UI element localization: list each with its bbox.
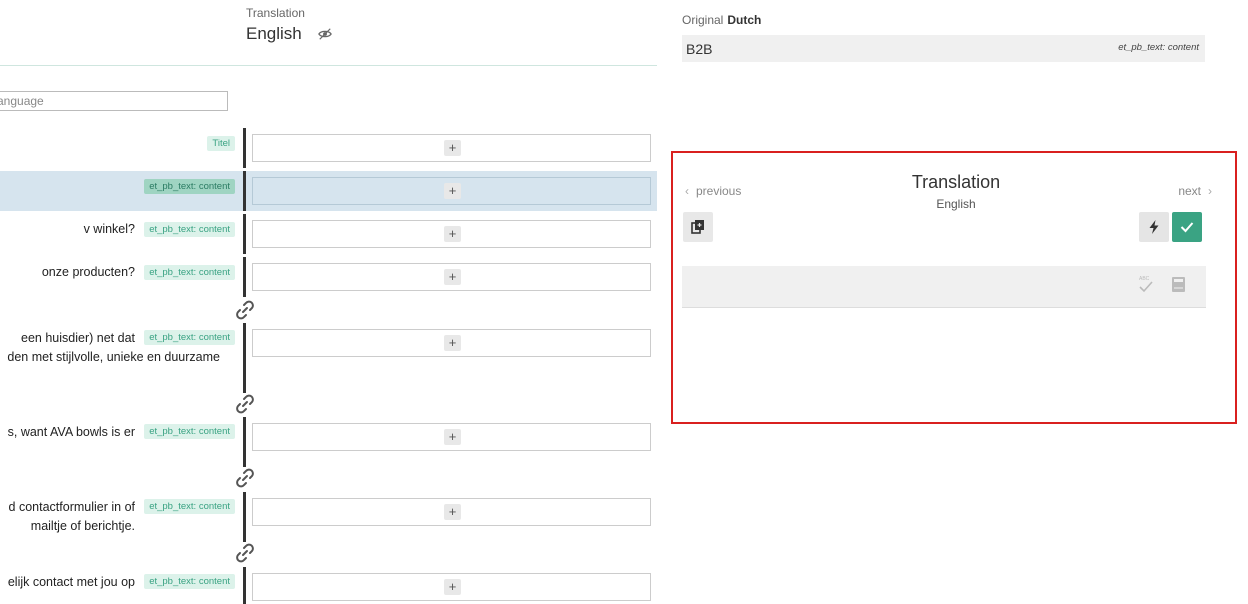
field-tag: et_pb_text: content	[144, 424, 235, 439]
auto-translate-button[interactable]	[1139, 212, 1169, 242]
translation-editor-panel: ‹ previous Translation English next › ABC	[671, 151, 1237, 424]
source-text-line2: den met stijlvolle, unieke en duurzame	[7, 350, 220, 364]
add-translation-button[interactable]: +	[444, 226, 461, 242]
next-button[interactable]: next ›	[1178, 184, 1212, 198]
translation-box[interactable]: +	[252, 498, 651, 526]
string-row[interactable]: Titel +	[0, 128, 657, 168]
string-row-selected[interactable]: et_pb_text: content +	[0, 171, 657, 211]
translation-box[interactable]: +	[252, 423, 651, 451]
add-translation-button[interactable]: +	[444, 335, 461, 351]
translation-box[interactable]: +	[252, 134, 651, 162]
filter-input[interactable]	[0, 92, 227, 110]
translation-box[interactable]: +	[252, 177, 651, 205]
source-text: onze producten?	[41, 265, 135, 279]
field-tag: et_pb_text: content	[144, 499, 235, 514]
spellcheck-icon[interactable]: ABC	[1138, 274, 1154, 294]
row-divider	[243, 128, 246, 168]
string-row[interactable]: een huisdier) net dat den met stijlvolle…	[0, 323, 657, 393]
string-row[interactable]: s, want AVA bowls is er et_pb_text: cont…	[0, 417, 657, 467]
link-icon[interactable]	[234, 542, 256, 564]
field-tag: et_pb_text: content	[144, 265, 235, 280]
copy-icon	[691, 220, 704, 234]
field-tag: et_pb_text: content	[144, 330, 235, 345]
add-translation-button[interactable]: +	[444, 504, 461, 520]
original-text-box: B2B et_pb_text: content	[682, 35, 1205, 62]
original-label: Original	[682, 13, 724, 27]
dictionary-icon[interactable]	[1171, 276, 1186, 293]
field-tag: et_pb_text: content	[144, 574, 235, 589]
translation-box[interactable]: +	[252, 263, 651, 291]
row-divider	[243, 417, 246, 467]
string-row[interactable]: v winkel? et_pb_text: content +	[0, 214, 657, 254]
link-icon[interactable]	[234, 299, 256, 321]
check-icon	[1180, 222, 1194, 233]
original-field-key: et_pb_text: content	[1118, 42, 1199, 53]
original-header: Original Dutch	[682, 13, 761, 27]
eye-off-icon[interactable]	[318, 27, 332, 41]
row-divider	[243, 567, 246, 604]
source-text-line2: mailtje of berichtje.	[30, 519, 135, 533]
link-icon[interactable]	[234, 467, 256, 489]
string-row[interactable]: elijk contact met jou op et_pb_text: con…	[0, 567, 657, 604]
panel-title: Translation	[911, 172, 1001, 192]
field-tag: Titel	[207, 136, 235, 151]
add-translation-button[interactable]: +	[444, 269, 461, 285]
field-tag: et_pb_text: content	[144, 222, 235, 237]
bolt-icon	[1149, 220, 1159, 234]
translation-language: English	[246, 24, 302, 43]
row-divider	[243, 171, 246, 211]
row-divider	[243, 492, 246, 542]
translation-label: Translation	[246, 6, 305, 20]
translation-textarea[interactable]: ABC	[682, 266, 1206, 308]
header-divider	[0, 65, 657, 66]
translation-box[interactable]: +	[252, 573, 651, 601]
add-translation-button[interactable]: +	[444, 183, 461, 199]
source-text: s, want AVA bowls is er	[7, 425, 135, 439]
link-icon[interactable]	[234, 393, 256, 415]
row-divider	[243, 257, 246, 297]
save-translation-button[interactable]	[1172, 212, 1202, 242]
original-language: Dutch	[727, 13, 762, 27]
string-row[interactable]: onze producten? et_pb_text: content +	[0, 257, 657, 297]
add-translation-button[interactable]: +	[444, 140, 461, 156]
add-translation-button[interactable]: +	[444, 579, 461, 595]
string-row[interactable]: d contactformulier in of mailtje of beri…	[0, 492, 657, 542]
panel-subtitle: English	[936, 197, 976, 211]
original-text: B2B	[686, 41, 713, 57]
translation-box[interactable]: +	[252, 329, 651, 357]
chevron-right-icon: ›	[1208, 184, 1212, 198]
row-divider	[243, 214, 246, 254]
source-text: v winkel?	[83, 222, 135, 236]
source-text: elijk contact met jou op	[7, 575, 135, 589]
next-label: next	[1178, 184, 1201, 198]
svg-text:ABC: ABC	[1139, 276, 1150, 282]
add-translation-button[interactable]: +	[444, 429, 461, 445]
field-tag: et_pb_text: content	[144, 179, 235, 194]
source-text-line1: d contactformulier in of	[8, 500, 135, 514]
copy-original-button[interactable]	[683, 212, 713, 242]
translation-box[interactable]: +	[252, 220, 651, 248]
filter-input-wrapper	[0, 91, 228, 111]
row-divider	[243, 323, 246, 393]
source-text-line1: een huisdier) net dat	[21, 331, 135, 345]
